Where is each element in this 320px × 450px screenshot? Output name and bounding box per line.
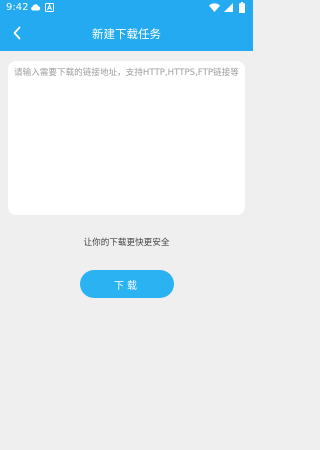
status-time: 9:42 <box>6 2 29 13</box>
app-bar: 新建下载任务 <box>0 17 253 51</box>
wifi-icon <box>209 3 220 15</box>
page-title: 新建下载任务 <box>92 27 161 41</box>
back-button[interactable] <box>6 23 28 45</box>
download-button[interactable]: 下载 <box>80 270 174 298</box>
tagline: 让你的下载更快更安全 <box>83 238 170 248</box>
cloud-icon <box>30 3 41 14</box>
url-input[interactable] <box>8 61 245 215</box>
notification-a-icon <box>45 3 54 15</box>
url-input-card <box>8 61 245 215</box>
battery-icon <box>239 2 245 16</box>
status-bar: 9:42 <box>0 0 253 17</box>
chevron-left-icon <box>12 25 22 44</box>
signal-icon <box>224 3 233 15</box>
